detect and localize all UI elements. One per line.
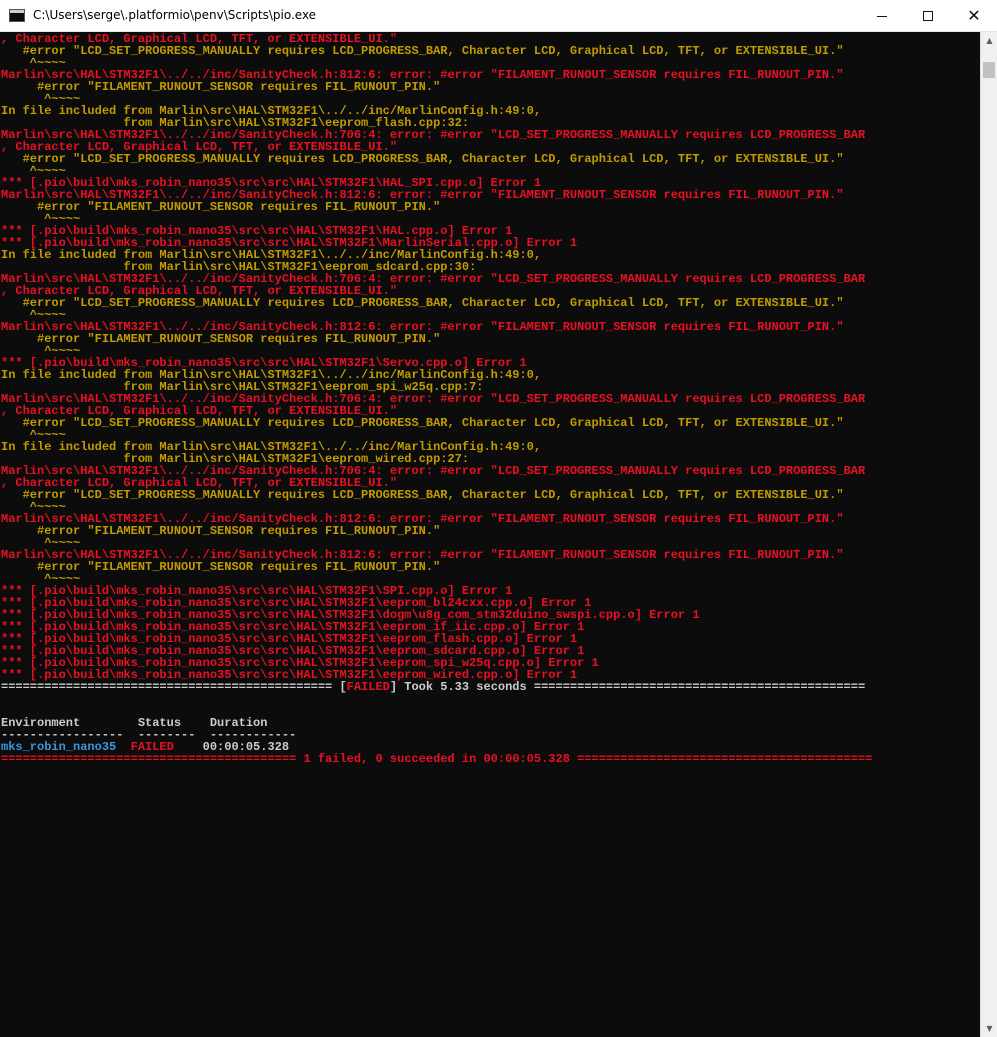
scroll-down-arrow-icon[interactable]: ▼ bbox=[981, 1020, 997, 1037]
scroll-thumb[interactable] bbox=[983, 62, 995, 78]
console-line: #error "FILAMENT_RUNOUT_SENSOR requires … bbox=[1, 525, 872, 537]
console-text: FAILED bbox=[346, 680, 390, 694]
console-line: #error "LCD_SET_PROGRESS_MANUALLY requir… bbox=[1, 153, 872, 165]
console-line: #error "FILAMENT_RUNOUT_SENSOR requires … bbox=[1, 333, 872, 345]
console-text: ========================================… bbox=[1, 680, 347, 694]
window-title: C:\Users\serge\.platformio\penv\Scripts\… bbox=[33, 8, 317, 22]
close-icon: ✕ bbox=[967, 6, 981, 25]
console-text: ========================================… bbox=[1, 752, 873, 766]
console-text: #error "LCD_SET_PROGRESS_MANUALLY requir… bbox=[1, 152, 844, 166]
console-text: #error "LCD_SET_PROGRESS_MANUALLY requir… bbox=[1, 416, 844, 430]
vertical-scrollbar[interactable]: ▲ ▼ bbox=[980, 32, 997, 1037]
console-line: #error "LCD_SET_PROGRESS_MANUALLY requir… bbox=[1, 489, 872, 501]
console-app-icon bbox=[9, 9, 25, 22]
console-line: #error "FILAMENT_RUNOUT_SENSOR requires … bbox=[1, 81, 872, 93]
console-text: #error "LCD_SET_PROGRESS_MANUALLY requir… bbox=[1, 488, 844, 502]
minimize-icon bbox=[877, 15, 887, 17]
console-lines: , Character LCD, Graphical LCD, TFT, or … bbox=[1, 33, 872, 765]
console-text: #error "LCD_SET_PROGRESS_MANUALLY requir… bbox=[1, 296, 844, 310]
maximize-icon bbox=[923, 11, 933, 21]
console-line: #error "FILAMENT_RUNOUT_SENSOR requires … bbox=[1, 201, 872, 213]
title-bar[interactable]: C:\Users\serge\.platformio\penv\Scripts\… bbox=[0, 0, 997, 32]
console-text: ] Took 5.33 seconds ====================… bbox=[389, 680, 866, 694]
console-line: #error "LCD_SET_PROGRESS_MANUALLY requir… bbox=[1, 297, 872, 309]
console-line: ========================================… bbox=[1, 753, 872, 765]
scroll-up-arrow-icon[interactable]: ▲ bbox=[981, 32, 997, 49]
console-line: #error "FILAMENT_RUNOUT_SENSOR requires … bbox=[1, 561, 872, 573]
console-output[interactable]: , Character LCD, Graphical LCD, TFT, or … bbox=[0, 32, 980, 1037]
minimize-button[interactable] bbox=[859, 0, 905, 32]
maximize-button[interactable] bbox=[905, 0, 951, 32]
console-line: #error "LCD_SET_PROGRESS_MANUALLY requir… bbox=[1, 45, 872, 57]
console-text: #error "LCD_SET_PROGRESS_MANUALLY requir… bbox=[1, 44, 844, 58]
console-line: ========================================… bbox=[1, 681, 872, 693]
close-button[interactable]: ✕ bbox=[951, 0, 997, 32]
console-line: #error "LCD_SET_PROGRESS_MANUALLY requir… bbox=[1, 417, 872, 429]
